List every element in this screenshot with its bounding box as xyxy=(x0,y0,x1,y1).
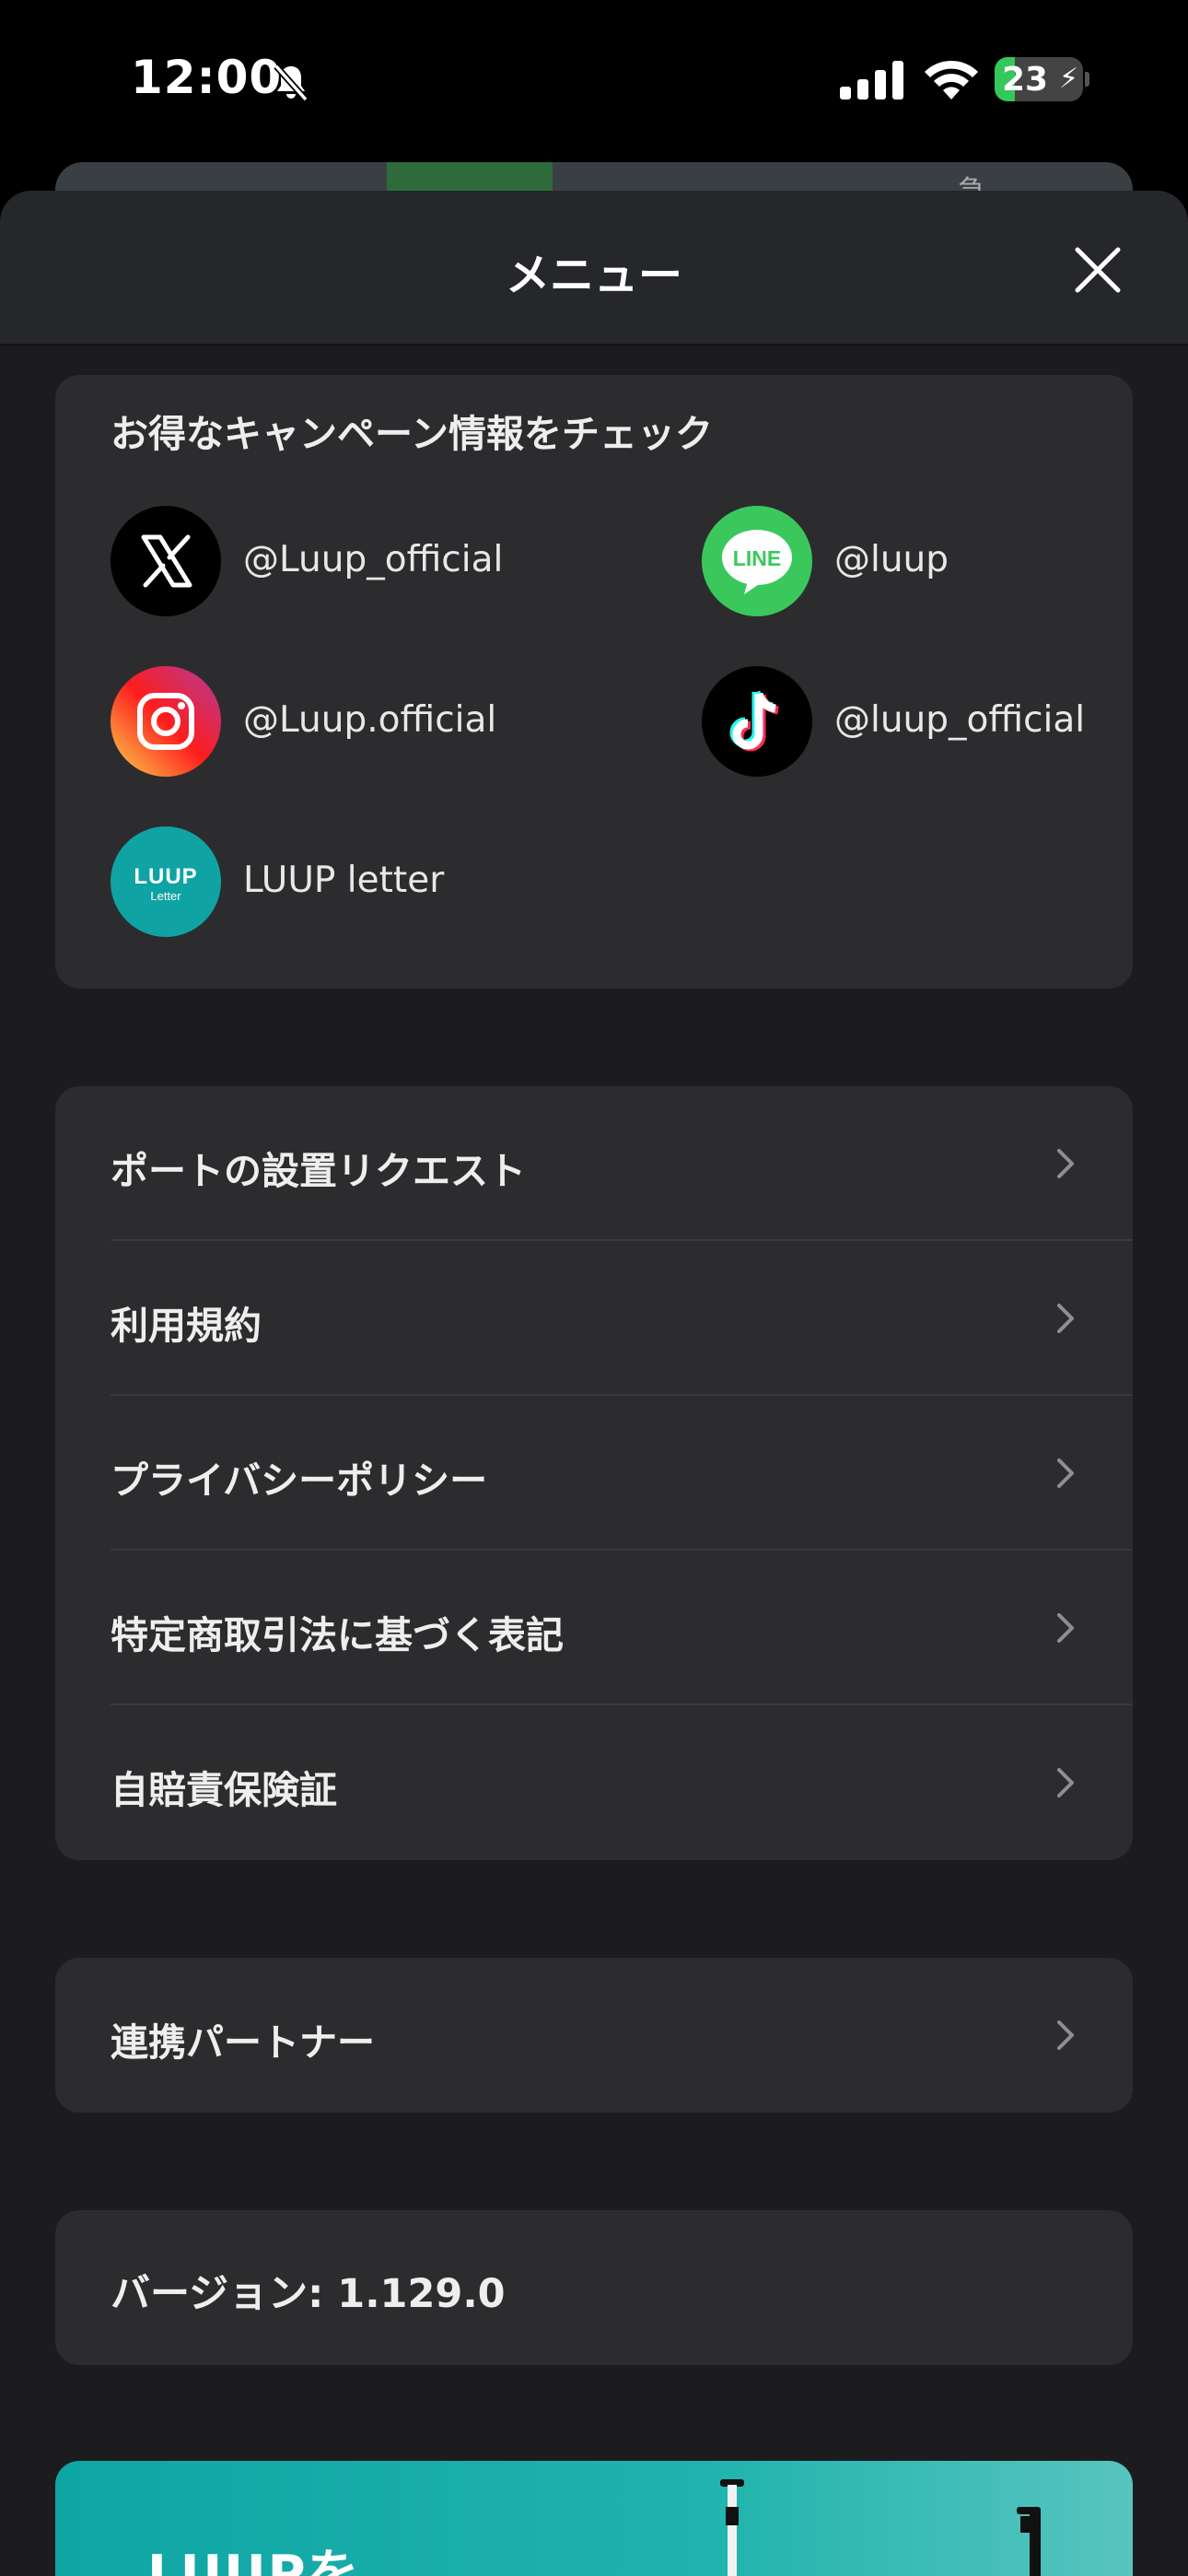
menu-item-terms[interactable]: 利用規約 xyxy=(55,1241,1133,1396)
line-logo-icon: LINE xyxy=(702,506,812,616)
social-link-luup-letter-label: LUUP letter xyxy=(243,860,445,901)
partner-label: 連携パートナー xyxy=(111,2020,375,2065)
close-icon[interactable] xyxy=(1070,242,1125,298)
menu-item-label: 利用規約 xyxy=(111,1304,262,1348)
social-link-instagram-label: @Luup.official xyxy=(243,699,497,741)
social-card: お得なキャンペーン情報をチェック @Luup_official LINE @lu… xyxy=(55,375,1133,989)
chevron-right-icon xyxy=(1057,1149,1074,1178)
chevron-right-icon xyxy=(1057,1613,1074,1643)
social-link-instagram[interactable]: @Luup.official xyxy=(111,666,626,777)
promo-banner[interactable]: LUUPを xyxy=(55,2461,1133,2576)
cellular-signal-icon xyxy=(840,61,903,100)
chevron-right-icon xyxy=(1057,2020,1074,2050)
chevron-right-icon xyxy=(1057,1768,1074,1797)
menu-item-insurance-certificate[interactable]: 自賠責保険証 xyxy=(55,1705,1133,1860)
bell-slash-icon xyxy=(274,64,309,102)
battery-level: 23 xyxy=(1002,61,1049,99)
charging-bolt-icon: ⚡ xyxy=(1059,63,1079,95)
social-link-x[interactable]: @Luup_official xyxy=(111,506,626,616)
social-link-line[interactable]: LINE @luup xyxy=(702,506,1107,616)
menu-item-label: プライバシーポリシー xyxy=(111,1458,488,1503)
chevron-right-icon xyxy=(1057,1304,1074,1333)
instagram-logo-icon xyxy=(111,666,221,777)
luup-logo-text: LUUP xyxy=(134,864,197,889)
version-card: バージョン: 1.129.0 xyxy=(55,2210,1133,2365)
line-logo-text: LINE xyxy=(733,546,781,570)
sheet-title: メニュー xyxy=(505,250,682,301)
battery-cap xyxy=(1085,72,1089,87)
version-label: バージョン: 1.129.0 xyxy=(111,2271,506,2317)
menu-item-label: 特定商取引法に基づく表記 xyxy=(111,1613,564,1657)
social-link-tiktok-label: @luup_official xyxy=(834,699,1086,741)
status-bar: 12:00 23 ⚡ xyxy=(0,0,1188,161)
social-link-tiktok[interactable]: @luup_official xyxy=(702,666,1107,777)
x-logo-icon xyxy=(111,506,221,616)
status-time: 12:00 xyxy=(131,51,283,104)
battery-indicator: 23 ⚡ xyxy=(995,57,1083,101)
menu-item-label: ポートの設置リクエスト xyxy=(111,1149,526,1193)
menu-item-privacy-policy[interactable]: プライバシーポリシー xyxy=(55,1396,1133,1551)
scooter-illustration xyxy=(720,2479,744,2576)
promo-banner-text: LUUPを xyxy=(147,2545,361,2576)
menu-item-commercial-transactions[interactable]: 特定商取引法に基づく表記 xyxy=(55,1551,1133,1705)
tiktok-logo-icon xyxy=(702,666,812,777)
luup-logo-subtext: Letter xyxy=(150,889,181,903)
partner-card[interactable]: 連携パートナー xyxy=(55,1958,1133,2113)
sheet-header: メニュー xyxy=(0,191,1188,345)
chevron-right-icon xyxy=(1057,1458,1074,1488)
social-card-title: お得なキャンペーン情報をチェック xyxy=(111,412,713,456)
social-link-x-label: @Luup_official xyxy=(243,539,504,580)
social-link-line-label: @luup xyxy=(834,539,949,580)
menu-item-port-request[interactable]: ポートの設置リクエスト xyxy=(55,1086,1133,1241)
scooter-illustration xyxy=(1017,2507,1041,2576)
menu-sheet: メニュー お得なキャンペーン情報をチェック @Luup_official LIN… xyxy=(0,191,1188,2576)
luup-letter-logo-icon: LUUP Letter xyxy=(111,826,221,937)
wifi-icon xyxy=(925,60,978,100)
menu-item-label: 自賠責保険証 xyxy=(111,1768,337,1812)
social-link-luup-letter[interactable]: LUUP Letter LUUP letter xyxy=(111,826,626,937)
menu-list-card: ポートの設置リクエスト 利用規約 プライバシーポリシー 特定商取引法に基づく表記… xyxy=(55,1086,1133,1860)
